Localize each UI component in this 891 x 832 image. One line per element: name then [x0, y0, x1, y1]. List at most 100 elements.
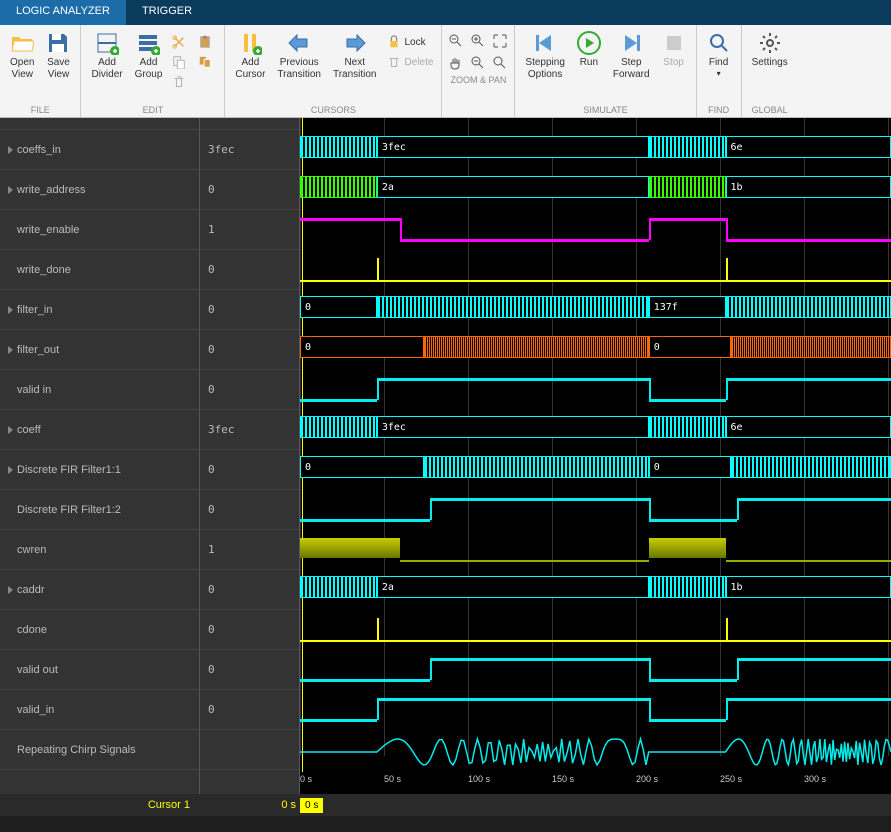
stop-button[interactable]: Stop — [656, 29, 692, 71]
signal-value-row: 0 — [200, 290, 299, 330]
save-view-button[interactable]: Save View — [40, 29, 76, 83]
tab-logic-analyzer[interactable]: LOGIC ANALYZER — [0, 0, 126, 25]
signal-name-row[interactable]: Discrete FIR Filter1:2 — [0, 490, 199, 530]
paste-icon — [198, 35, 212, 49]
signal-name-row[interactable]: caddr — [0, 570, 199, 610]
signal-name-row[interactable]: coeff — [0, 410, 199, 450]
arrow-left-icon — [287, 31, 311, 55]
trash-button[interactable] — [168, 73, 194, 91]
time-tick: 100 s — [468, 774, 490, 784]
cursor-name[interactable]: Cursor 1 — [0, 799, 200, 811]
step-forward-button[interactable]: Step Forward — [607, 29, 656, 83]
prev-transition-button[interactable]: Previous Transition — [271, 29, 327, 83]
signal-value-row: 0 — [200, 250, 299, 290]
signal-value-row: 3fec — [200, 410, 299, 450]
delete-cursor-button[interactable]: Delete — [383, 53, 438, 71]
ribbon-group-label: ZOOM & PAN — [446, 73, 510, 87]
add-group-button[interactable]: Add Group — [129, 29, 169, 83]
signal-value-row: 0 — [200, 490, 299, 530]
find-button[interactable]: Find ▾ — [701, 29, 737, 81]
expand-icon[interactable] — [8, 466, 13, 474]
signal-value-row: 0 — [200, 330, 299, 370]
zoom-in-button[interactable] — [468, 31, 488, 51]
signal-value-row: 0 — [200, 650, 299, 690]
save-icon — [46, 31, 70, 55]
signal-value-row: 3fec — [200, 130, 299, 170]
signal-name-row[interactable]: write_done — [0, 250, 199, 290]
paste-button[interactable] — [194, 33, 220, 51]
open-view-button[interactable]: Open View — [4, 29, 40, 83]
signal-name-row[interactable]: valid out — [0, 650, 199, 690]
expand-icon[interactable] — [8, 586, 13, 594]
zoom-in-time-button[interactable] — [446, 31, 466, 51]
signal-names-column: coeffs_inwrite_addresswrite_enablewrite_… — [0, 118, 200, 794]
tab-trigger[interactable]: TRIGGER — [126, 0, 208, 25]
expand-icon[interactable] — [8, 306, 13, 314]
ribbon-group-label: FIND — [701, 103, 737, 117]
trash-icon — [172, 75, 186, 89]
signal-value-row: 0 — [200, 690, 299, 730]
cursor-value-marker[interactable]: 0 s — [300, 798, 323, 813]
lock-button[interactable]: Lock — [383, 33, 438, 51]
ribbon-toolbar: Open View Save View FILE Add Divider Add… — [0, 25, 891, 118]
expand-icon[interactable] — [8, 146, 13, 154]
cut-button[interactable] — [168, 33, 194, 51]
duplicate-button[interactable] — [194, 53, 220, 71]
scissors-icon — [172, 35, 186, 49]
time-axis: 0 s50 s100 s150 s200 s250 s300 s — [300, 772, 891, 794]
group-icon — [136, 31, 160, 55]
signal-name-row[interactable]: Repeating Chirp Signals — [0, 730, 199, 770]
signal-name-row[interactable]: cdone — [0, 610, 199, 650]
cursor-add-icon — [238, 31, 262, 55]
fit-to-view-button[interactable] — [490, 31, 510, 51]
signal-name-row[interactable]: coeffs_in — [0, 130, 199, 170]
signal-value-row: 0 — [200, 610, 299, 650]
ribbon-group-label: FILE — [4, 103, 76, 117]
signal-value-row: 0 — [200, 170, 299, 210]
time-tick: 200 s — [636, 774, 658, 784]
signal-name-row[interactable]: filter_out — [0, 330, 199, 370]
time-tick: 0 s — [300, 774, 312, 784]
cursor-value-left: 0 s — [200, 799, 300, 811]
search-icon — [707, 31, 731, 55]
divider-icon — [95, 31, 119, 55]
signal-value-row: 0 — [200, 570, 299, 610]
ribbon-group-label: GLOBAL — [746, 103, 794, 117]
expand-icon[interactable] — [8, 186, 13, 194]
signal-name-row[interactable]: write_enable — [0, 210, 199, 250]
time-tick: 300 s — [804, 774, 826, 784]
zoom-out-x-icon — [492, 55, 508, 71]
ribbon-group-label: CURSORS — [229, 103, 437, 117]
copy-button[interactable] — [168, 53, 194, 71]
signal-value-row: 0 — [200, 450, 299, 490]
play-icon — [577, 31, 601, 55]
signal-name-row[interactable]: Discrete FIR Filter1:1 — [0, 450, 199, 490]
stop-icon — [662, 31, 686, 55]
expand-icon[interactable] — [8, 426, 13, 434]
waveform-canvas[interactable]: 3fec6e2a1b0137f003fec6e002a1b 0 s50 s100… — [300, 118, 891, 794]
signal-name-row[interactable]: valid in — [0, 370, 199, 410]
next-transition-button[interactable]: Next Transition — [327, 29, 383, 83]
add-cursor-button[interactable]: Add Cursor — [229, 29, 271, 83]
settings-button[interactable]: Settings — [746, 29, 794, 71]
zoom-in-icon — [470, 33, 486, 49]
expand-icon[interactable] — [8, 346, 13, 354]
zoom-out-time-button[interactable] — [490, 53, 510, 73]
folder-open-icon — [10, 31, 34, 55]
signal-values-column: 3fec0100003fec0010000 — [200, 118, 300, 794]
stepping-options-button[interactable]: Stepping Options — [519, 29, 570, 83]
add-divider-button[interactable]: Add Divider — [85, 29, 128, 83]
gear-icon — [758, 31, 782, 55]
step-next-icon — [619, 31, 643, 55]
signal-name-row[interactable]: filter_in — [0, 290, 199, 330]
duplicate-icon — [198, 55, 212, 69]
signal-name-row[interactable]: valid_in — [0, 690, 199, 730]
signal-name-row[interactable]: write_address — [0, 170, 199, 210]
pan-button[interactable] — [446, 53, 466, 73]
lock-icon — [387, 35, 401, 49]
signal-name-row[interactable]: cwren — [0, 530, 199, 570]
run-button[interactable]: Run — [571, 29, 607, 71]
arrow-right-icon — [343, 31, 367, 55]
ribbon-group-label: SIMULATE — [519, 103, 691, 117]
zoom-out-button[interactable] — [468, 53, 488, 73]
